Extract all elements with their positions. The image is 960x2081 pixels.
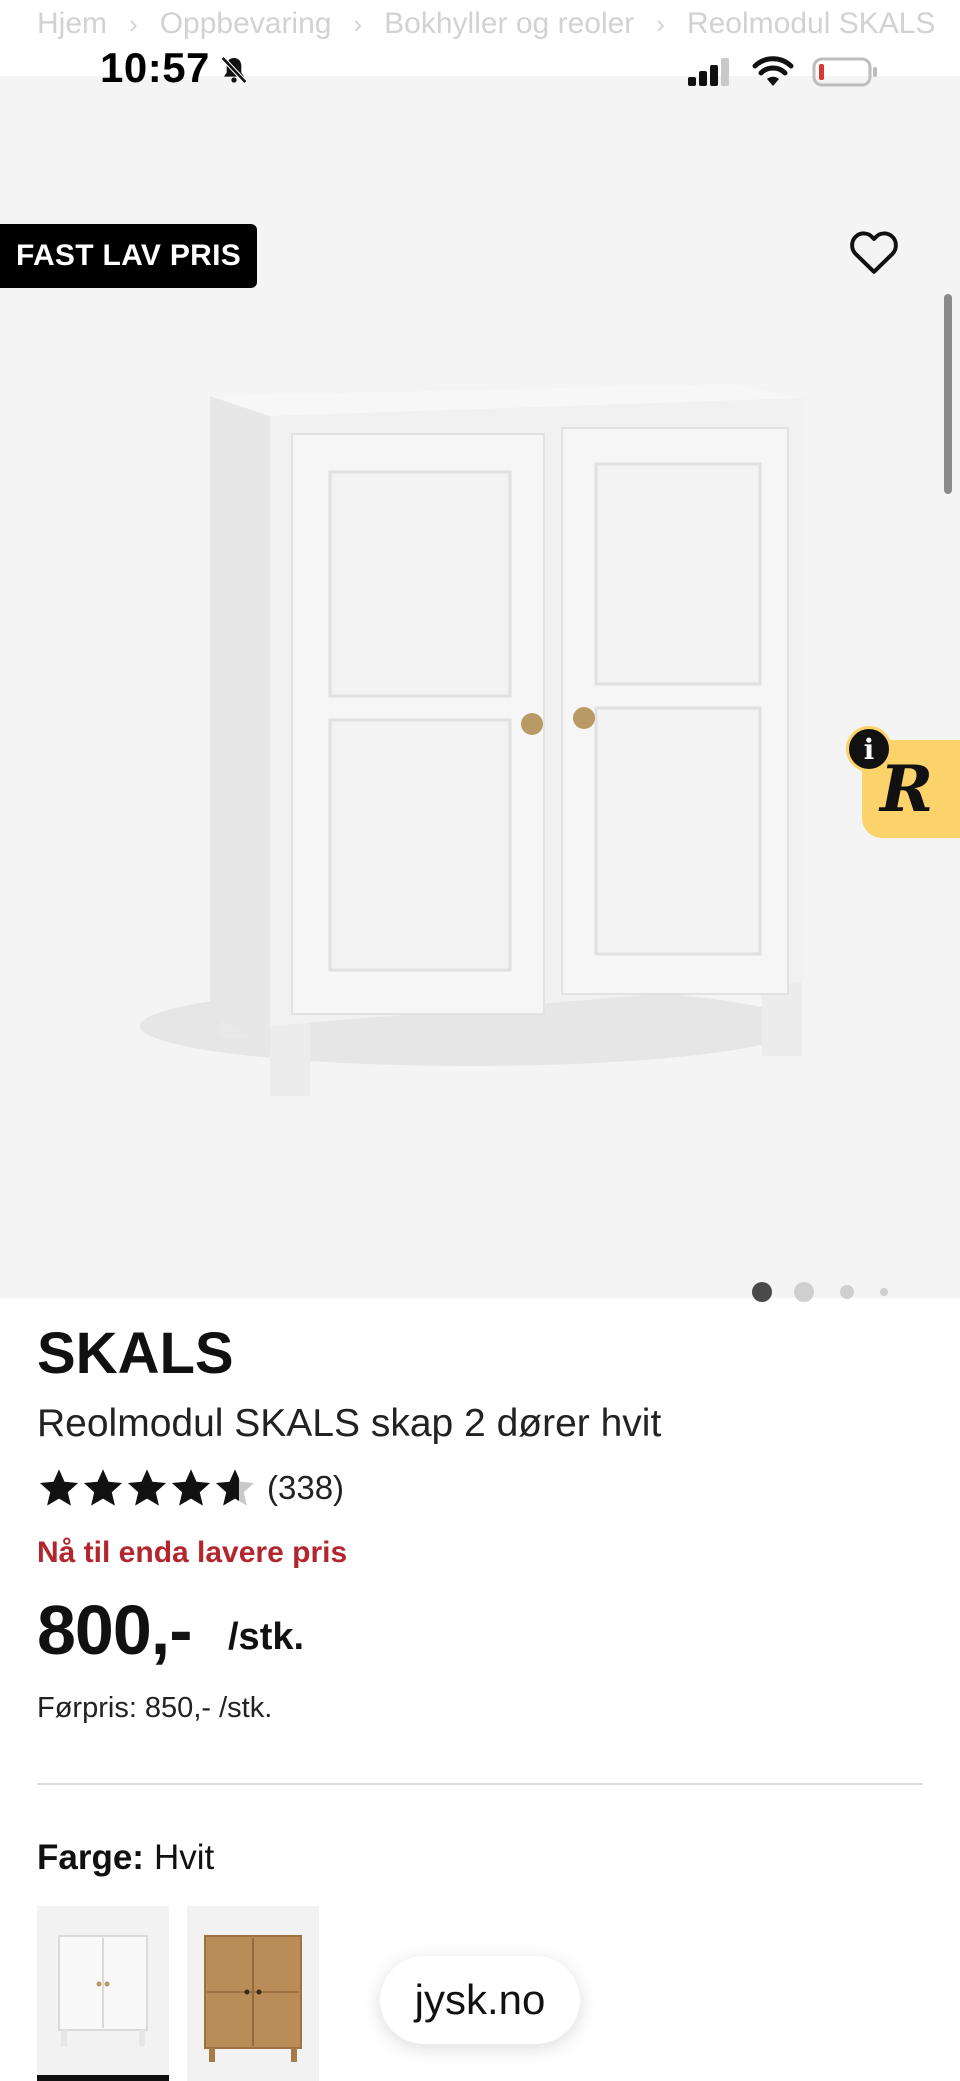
battery-low-icon [812, 57, 877, 87]
star-icon [215, 1469, 255, 1506]
chevron-right-icon: › [353, 8, 363, 39]
product-brand: SKALS [37, 1321, 234, 1386]
product-image [140, 384, 804, 1096]
color-value: Hvit [153, 1838, 215, 1877]
carousel-dot[interactable] [794, 1282, 814, 1302]
color-swatch-white[interactable] [37, 1906, 169, 2081]
info-icon[interactable]: i [846, 726, 892, 772]
status-bar: 10:57 [0, 42, 960, 102]
color-label: Farge: [37, 1838, 144, 1877]
breadcrumb-item-bookshelves[interactable]: Bokhyller og reoler [384, 7, 634, 41]
selected-indicator [37, 2075, 169, 2081]
star-icon [39, 1469, 79, 1506]
wifi-icon [752, 56, 794, 86]
prior-price: Førpris: 850,- /stk. [37, 1692, 273, 1724]
bell-muted-icon [220, 56, 248, 84]
breadcrumb-item-home[interactable]: Hjem [37, 7, 107, 41]
status-time: 10:57 [100, 44, 210, 91]
rewards-logo: R [880, 752, 934, 827]
chevron-right-icon: › [129, 8, 138, 39]
carousel-dots [752, 1280, 888, 1304]
breadcrumb: Hjem › Oppbevaring › Bokhyller og reoler… [37, 4, 960, 44]
breadcrumb-item-current: Reolmodul SKALS [686, 7, 936, 40]
product-image-carousel[interactable]: FAST LAV PRIS R i [0, 76, 960, 1302]
carousel-dot[interactable] [840, 1285, 854, 1299]
promo-text: Nå til enda lavere pris [37, 1536, 348, 1569]
browser-url-bar[interactable]: jysk.no [380, 1956, 580, 2044]
rating[interactable]: (338) [37, 1466, 344, 1510]
star-rating [37, 1466, 257, 1510]
product-name: Reolmodul SKALS skap 2 dører hvit [37, 1402, 662, 1445]
star-icon [83, 1469, 123, 1506]
divider [37, 1783, 923, 1785]
carousel-dot[interactable] [752, 1282, 772, 1302]
color-selector-label: Farge: Hvit [37, 1838, 214, 1878]
star-icon [127, 1469, 167, 1506]
oak-cabinet-thumbnail [204, 1935, 302, 2062]
color-swatch-oak[interactable] [187, 1906, 319, 2081]
star-icon [171, 1469, 211, 1506]
carousel-dot[interactable] [880, 1288, 888, 1296]
white-cabinet-thumbnail [58, 1935, 148, 2046]
heart-icon[interactable] [846, 224, 902, 280]
fixed-low-price-badge: FAST LAV PRIS [0, 224, 258, 288]
cellular-signal-icon [688, 58, 729, 86]
product-price: 800,- [37, 1591, 193, 1669]
price-unit: /stk. [228, 1616, 305, 1658]
chevron-right-icon: › [656, 8, 665, 39]
page-scrollbar[interactable] [944, 294, 952, 494]
breadcrumb-item-storage[interactable]: Oppbevaring [160, 7, 332, 41]
review-count[interactable]: (338) [267, 1469, 344, 1507]
